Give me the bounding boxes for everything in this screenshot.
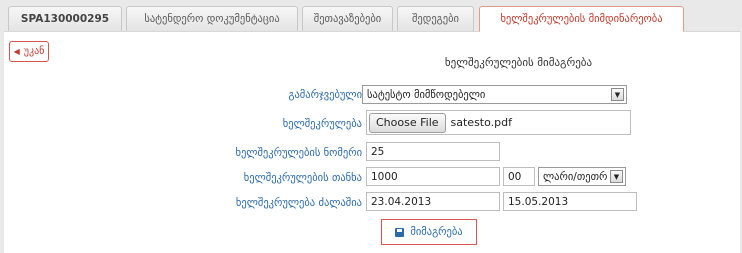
valid-from-date-input[interactable]: 23.04.2013 xyxy=(366,192,500,211)
chevron-down-icon[interactable]: ▼ xyxy=(610,170,623,183)
contract-number-value: 25 xyxy=(371,145,385,158)
contract-amount-cents-input[interactable]: 00 xyxy=(503,167,535,186)
attach-button-label: მიმაგრება xyxy=(410,226,463,238)
tab-tender-id[interactable]: SPA130000295 xyxy=(8,6,122,31)
winner-select[interactable]: სატესტო მიმწოდებელი ▼ xyxy=(362,85,627,104)
tab-tender-documentation[interactable]: სატენდერო დოკუმენტაცია xyxy=(126,6,298,31)
form-title-text: ხელშეკრულების მიმაგრება xyxy=(444,56,593,69)
contract-number-label: ხელშეკრულების ნომერი xyxy=(235,147,362,159)
winner-select-value: სატესტო მიმწოდებელი xyxy=(367,88,486,101)
contract-number-input[interactable]: 25 xyxy=(366,142,500,161)
contract-amount-input[interactable]: 1000 xyxy=(366,167,500,186)
contract-file-input[interactable]: Choose File satesto.pdf xyxy=(366,110,631,135)
tab-contract-progress[interactable]: ხელშეკრულების მიმდინარეობა xyxy=(479,6,684,32)
contract-amount-cents-value: 00 xyxy=(508,170,522,183)
winner-label: გამარჯვებული xyxy=(288,89,362,101)
contract-amount-label: ხელშეკრულების თანხა xyxy=(243,172,362,184)
attach-button[interactable]: მიმაგრება xyxy=(381,219,477,245)
tab-results[interactable]: შედეგები xyxy=(397,6,474,31)
form-title: ხელშეკრულების მიმაგრება xyxy=(0,56,742,69)
valid-to-date-value: 15.05.2013 xyxy=(508,195,569,208)
tab-offers[interactable]: შეთავაზებები xyxy=(302,6,393,31)
currency-select[interactable]: ლარი/თეთრ ▼ xyxy=(538,167,626,186)
contract-validity-label: ხელშეკრულება ძალაშია xyxy=(235,197,362,209)
contract-label: ხელშეკრულება xyxy=(282,118,362,130)
valid-to-date-input[interactable]: 15.05.2013 xyxy=(503,192,637,211)
currency-select-value: ლარი/თეთრ xyxy=(543,170,608,183)
contract-amount-value: 1000 xyxy=(371,170,398,183)
chevron-left-icon: ◀ xyxy=(13,47,20,56)
chevron-down-icon[interactable]: ▼ xyxy=(611,88,624,101)
contract-file-name: satesto.pdf xyxy=(450,116,512,129)
valid-from-date-value: 23.04.2013 xyxy=(371,195,432,208)
save-icon xyxy=(395,227,405,237)
choose-file-button[interactable]: Choose File xyxy=(369,112,446,133)
